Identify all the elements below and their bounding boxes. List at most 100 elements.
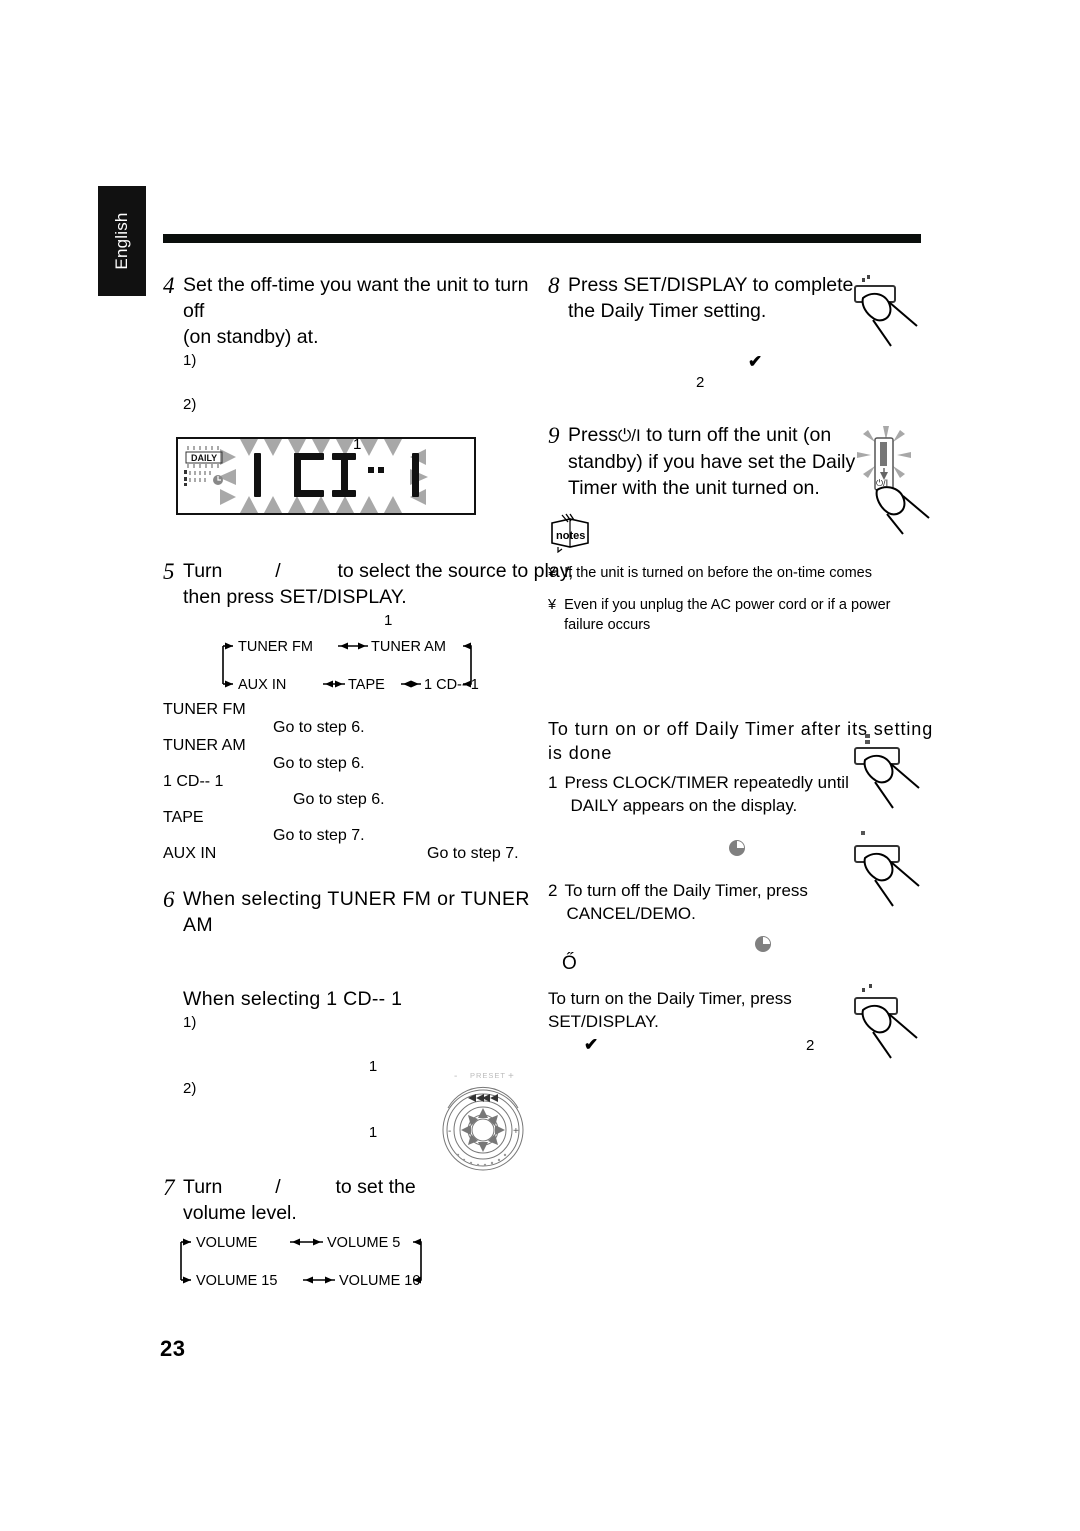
toggle-step-1-line-1: Press CLOCK/TIMER repeatedly until: [564, 773, 849, 792]
notes-icon: notes: [551, 513, 589, 553]
source-cycle-diagram: TUNER FM TUNER AM AUX IN TAPE 1 CD-- 1: [163, 638, 543, 696]
or-symbol: Ő: [562, 953, 577, 974]
source-row: TUNER FM Go to step 6.: [163, 700, 543, 736]
step-6-sub-1: 1): [183, 1014, 197, 1031]
header-rule: [163, 234, 921, 243]
source-goto: Go to step 7.: [427, 845, 519, 862]
step-5-number: 5: [163, 559, 175, 584]
source-step-list: TUNER FM Go to step 6. TUNER AM Go to st…: [163, 700, 543, 870]
source-row: 1 CD-- 1 Go to step 6.: [163, 772, 543, 808]
step-4: 4 Set the off-time you want the unit to …: [163, 272, 543, 416]
step-7-line-2: volume level.: [183, 1202, 297, 1224]
step-4-sub-1: 1): [183, 352, 197, 369]
note-item: ¥ If the unit is turned on before the on…: [548, 563, 938, 583]
note-text: Even if you unplug the AC power cord or …: [564, 597, 891, 633]
source-goto: Go to step 7.: [273, 827, 365, 844]
step-8-number: 8: [548, 273, 560, 298]
volume-cycle-bottom-0: VOLUME 15: [196, 1273, 277, 1289]
volume-cycle-svg: VOLUME VOLUME 5 VOLUME 15 VOLUME 10: [180, 1235, 422, 1289]
notes-icon-label: notes: [556, 530, 585, 542]
source-cycle-top-1: TUNER AM: [371, 639, 446, 655]
step-7-slash: /: [275, 1176, 281, 1198]
step-6-heading: When selecting TUNER FM or TUNER AM: [183, 888, 530, 936]
knob-volume-minus: -: [448, 1126, 451, 1137]
source-cycle-bottom-1: TAPE: [348, 677, 385, 693]
step-6-number: 6: [163, 887, 175, 912]
language-tab-label: English: [112, 212, 131, 270]
press-cancel-demo-illustration: [854, 831, 920, 907]
step-6: 6 When selecting TUNER FM or TUNER AM: [163, 886, 543, 938]
clock-icon: [755, 936, 771, 952]
step-7-text-a: Turn: [183, 1176, 223, 1198]
step-9-text-b: to turn off the unit (on: [646, 424, 832, 446]
source-goto: Go to step 6.: [273, 755, 365, 772]
press-set-display-illustration-toggle: [854, 984, 918, 1059]
source-row: TUNER AM Go to step 6.: [163, 736, 543, 772]
toggle-step-1-line-2: DAILY appears on the display.: [570, 796, 798, 815]
step-5-slash: /: [275, 560, 281, 582]
step-6-sub-heading: When selecting 1 CD-- 1: [183, 988, 403, 1010]
lcd-display-illustration: DAILY: [176, 437, 476, 515]
step-4-sub-2: 2): [183, 396, 197, 413]
step-7-number: 7: [163, 1175, 175, 1200]
source-name: TAPE: [163, 809, 204, 826]
step-7-body: Turn / to set the volume level.: [183, 1174, 543, 1226]
step-5-line-2: then press SET/DISPLAY.: [183, 586, 407, 608]
source-goto: Go to step 6.: [293, 791, 385, 808]
press-clock-timer-illustration: [854, 734, 920, 809]
step-8-check-icon: ✔: [748, 352, 763, 371]
source-name: AUX IN: [163, 845, 217, 862]
note-bullet: ¥: [548, 597, 557, 613]
knob-volume-plus: +: [513, 1126, 519, 1137]
toggle-step-2-line-1: To turn off the Daily Timer, press: [564, 881, 808, 900]
language-tab: English: [98, 186, 146, 296]
press-set-display-illustration-step8: [854, 275, 918, 347]
note-text: If the unit is turned on before the on-t…: [564, 565, 872, 581]
source-name: 1 CD-- 1: [163, 773, 224, 790]
toggle-step-3-marker: 2: [806, 1037, 815, 1054]
source-goto: Go to step 6.: [273, 719, 365, 736]
volume-cycle-bottom-1: VOLUME 10: [339, 1273, 420, 1289]
source-cycle-svg: TUNER FM TUNER AM AUX IN TAPE 1 CD-- 1: [222, 639, 479, 693]
step-4-line-2: (on standby) at.: [183, 326, 319, 348]
volume-cycle-top-1: VOLUME 5: [327, 1235, 400, 1251]
step-4-number: 4: [163, 273, 175, 298]
source-row: TAPE Go to step 7.: [163, 808, 543, 844]
knob-preset-plus: +: [508, 1071, 514, 1082]
step-6-body: When selecting TUNER FM or TUNER AM: [183, 886, 543, 938]
note-item: ¥ Even if you unplug the AC power cord o…: [548, 595, 938, 635]
page-number: 23: [160, 1336, 186, 1361]
press-standby-button-illustration: ⏻/I: [857, 426, 930, 535]
lcd-digits: [254, 453, 419, 497]
step-5-text-a: Turn: [183, 560, 223, 582]
clock-icon: [729, 840, 745, 856]
toggle-step-1-body: Press CLOCK/TIMER repeatedly until DAILY…: [564, 771, 848, 817]
toggle-step-1-number: 1: [548, 773, 558, 792]
knob-preset-label: PRESET: [470, 1071, 506, 1080]
volume-cycle-diagram: VOLUME VOLUME 5 VOLUME 15 VOLUME 10: [163, 1234, 543, 1292]
step-5: 5 Turn / to select the source to play, t…: [163, 558, 573, 632]
step-7-text-b: to set the: [335, 1176, 416, 1198]
volume-cycle-top-0: VOLUME: [196, 1235, 258, 1251]
source-cycle-bottom-0: AUX IN: [238, 677, 286, 693]
power-symbol-icon: ⏻/I: [617, 426, 641, 445]
step-8-marker: 2: [696, 374, 705, 391]
daily-indicator-label: DAILY: [191, 453, 217, 463]
note-bullet: ¥: [548, 565, 557, 581]
toggle-step-2-line-2: CANCEL/DEMO.: [566, 904, 696, 923]
step-7: 7 Turn / to set the volume level.: [163, 1174, 543, 1226]
manual-page: English 4 Set the off-time you want the …: [0, 0, 1080, 1531]
step-4-body: Set the off-time you want the unit to tu…: [183, 272, 543, 416]
source-name: TUNER FM: [163, 701, 246, 718]
knob-preset-minus: -: [454, 1071, 457, 1082]
step-9-number: 9: [548, 423, 560, 448]
source-name: TUNER AM: [163, 737, 246, 754]
source-cycle-bottom-2: 1 CD-- 1: [424, 677, 479, 693]
step-5-marker: 1: [384, 612, 393, 629]
source-row: AUX IN Go to step 7.: [163, 844, 543, 870]
toggle-step-2-number: 2: [548, 881, 558, 900]
source-cycle-top-0: TUNER FM: [238, 639, 313, 655]
toggle-step-3-check-icon: ✔: [584, 1035, 599, 1054]
step-4-line-1: Set the off-time you want the unit to tu…: [183, 274, 529, 322]
rotary-knob-illustration: PRESET - + - +: [442, 1071, 524, 1171]
